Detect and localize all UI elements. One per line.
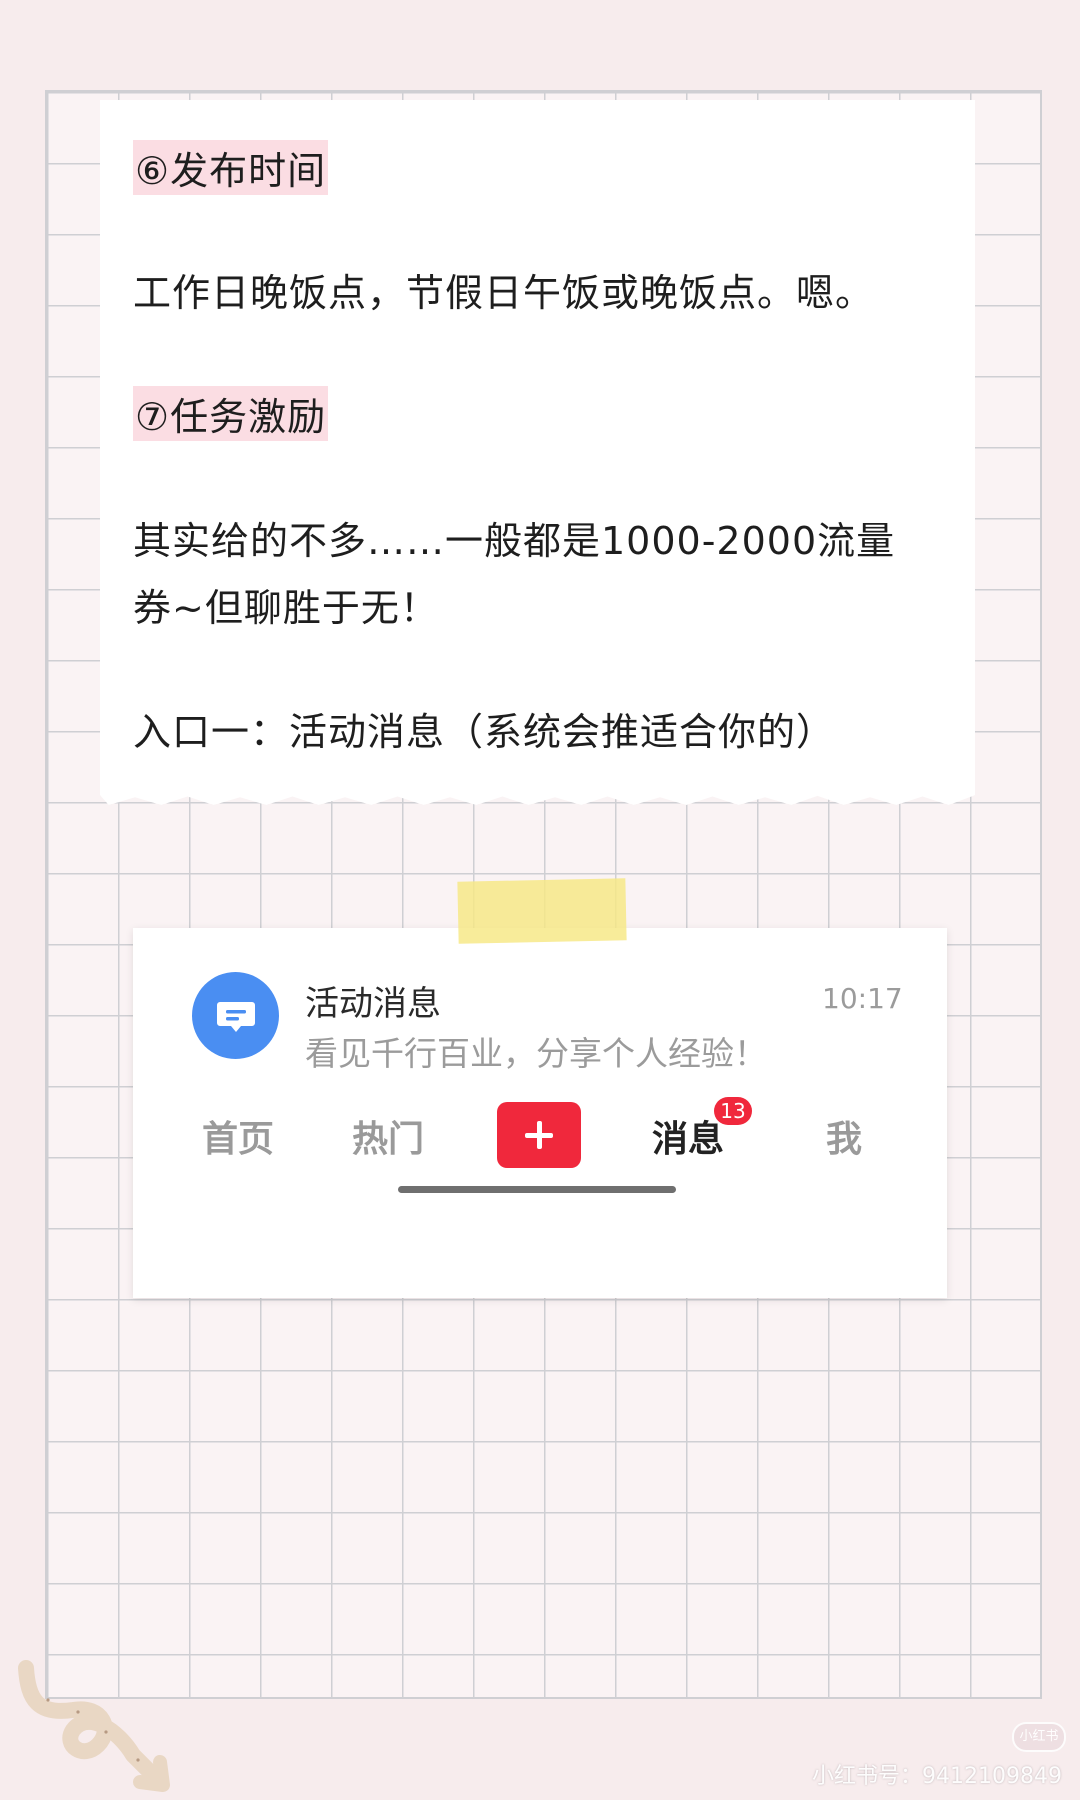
heading-highlight: ⑦任务激励 (133, 386, 329, 441)
message-timestamp: 10:17 (822, 982, 903, 1015)
section-7-heading: ⑦任务激励 (133, 386, 963, 441)
washi-tape (457, 878, 627, 944)
entry-text: 入口一：活动消息（系统会推适合你的） (133, 710, 836, 754)
plus-icon-vertical (537, 1121, 542, 1149)
nav-hot[interactable]: 热门 (352, 1110, 424, 1162)
nav-me[interactable]: 我 (826, 1110, 862, 1162)
activity-message-avatar[interactable] (192, 972, 279, 1059)
incentive-text-line2: 券~但聊胜于无！ (133, 586, 439, 630)
heading-highlight: ⑥发布时间 (133, 140, 329, 195)
nav-home[interactable]: 首页 (202, 1110, 274, 1162)
message-title[interactable]: 活动消息 (305, 976, 441, 1025)
nav-messages[interactable]: 消息 (652, 1110, 724, 1162)
incentive-text-line1: 其实给的不多……一般都是1000-2000流量 (133, 519, 896, 563)
section-6-heading: ⑥发布时间 (133, 140, 963, 195)
watermark-text: 小红书号：9412109849 (812, 1764, 1062, 1789)
home-indicator (398, 1186, 676, 1193)
torn-paper-note (100, 100, 975, 805)
publish-time-text: 工作日晚饭点，节假日午饭或晚饭点。嗯。 (133, 271, 875, 315)
unread-badge: 13 (714, 1097, 752, 1125)
message-preview[interactable]: 看见千行百业，分享个人经验！ (305, 1027, 767, 1075)
arrow-doodle-icon (18, 1660, 170, 1792)
chat-bubble-icon (217, 1002, 255, 1032)
watermark-logo: 小红书 (1012, 1722, 1066, 1752)
publish-button[interactable] (497, 1102, 581, 1168)
